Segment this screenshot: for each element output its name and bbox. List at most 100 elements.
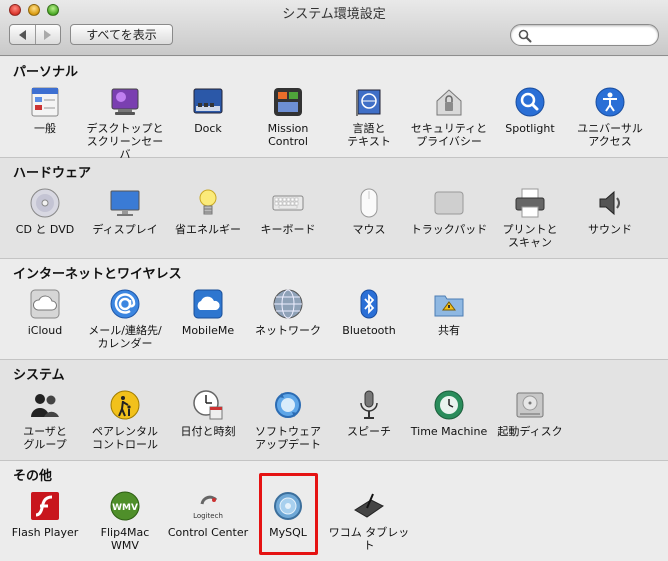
back-button[interactable] (10, 25, 35, 44)
pref-label: 省エネルギー (175, 223, 241, 236)
pref-date-time[interactable]: 日付と時刻 (165, 389, 251, 438)
sound-icon (599, 190, 620, 216)
pref-label: Control Center (167, 526, 249, 539)
mysql-highlight-box (259, 473, 318, 555)
pref-dock[interactable]: Dock (165, 86, 251, 135)
section-title: インターネットとワイヤレス (13, 267, 182, 282)
pref-label: 起動ディスク (497, 425, 563, 438)
system-preferences-window: システム環境設定 すべてを表示 パーソナル 一般 デスクトップと スクリーンセー… (0, 0, 668, 561)
desktop-icon (111, 88, 139, 115)
pref-label: ソフトウェア アップデート (255, 425, 321, 451)
pref-label: プリントと スキャン (502, 223, 558, 249)
printer-icon (515, 188, 545, 218)
keyboard-icon (272, 195, 304, 211)
software-update-icon (275, 392, 301, 418)
pref-label: サウンド (588, 223, 632, 236)
pref-label: メール/連絡先/ カレンダー (88, 324, 162, 350)
time-machine-icon (434, 390, 464, 420)
pref-label: Bluetooth (342, 324, 396, 337)
pref-label: キーボード (260, 223, 316, 236)
section-title: その他 (13, 469, 53, 484)
sharing-icon (434, 295, 464, 317)
pref-label: スピーチ (347, 425, 391, 438)
general-icon (31, 87, 59, 117)
pref-mail-contacts-calendars[interactable]: メール/連絡先/ カレンダー (82, 288, 168, 350)
pref-users-groups[interactable]: ユーザと グループ (2, 389, 88, 451)
pref-speech[interactable]: スピーチ (326, 389, 412, 438)
pref-sound[interactable]: サウンド (567, 187, 653, 236)
window-title: システム環境設定 (282, 7, 386, 22)
pref-desktop-screensaver[interactable]: デスクトップと スクリーンセーバ (82, 86, 168, 161)
search-input[interactable] (535, 27, 653, 43)
date-time-icon (193, 390, 223, 420)
trackpad-icon (434, 191, 464, 215)
pref-network[interactable]: ネットワーク (245, 288, 331, 337)
language-icon (356, 89, 381, 116)
pref-label: Mission Control (267, 122, 309, 148)
mouse-icon (360, 188, 378, 218)
mail-icon (110, 289, 140, 319)
pref-label: トラックパッド (410, 223, 488, 236)
pref-flip4mac[interactable]: WMV Flip4Mac WMV (82, 490, 168, 552)
pref-label: マウス (352, 223, 386, 236)
network-icon (273, 289, 303, 319)
forward-button[interactable] (34, 25, 61, 44)
back-arrow-icon (18, 29, 26, 40)
forward-arrow-icon (44, 29, 52, 40)
pref-general[interactable]: 一般 (2, 86, 88, 135)
pref-software-update[interactable]: ソフトウェア アップデート (245, 389, 331, 451)
display-icon (110, 190, 140, 216)
pref-energy-saver[interactable]: 省エネルギー (165, 187, 251, 236)
pref-label: ユニバーサル アクセス (577, 122, 643, 148)
pref-mission-control[interactable]: Mission Control (245, 86, 331, 148)
pref-print-scan[interactable]: プリントと スキャン (487, 187, 573, 249)
pref-mobileme[interactable]: MobileMe (165, 288, 251, 337)
spotlight-icon (515, 87, 545, 117)
pref-label: CD と DVD (15, 223, 75, 236)
pref-label: Dock (194, 122, 222, 135)
pref-icloud[interactable]: iCloud (2, 288, 88, 337)
mobileme-icon (193, 289, 223, 319)
pref-spotlight[interactable]: Spotlight (487, 86, 573, 135)
pref-label: 言語と テキスト (347, 122, 391, 148)
pref-time-machine[interactable]: Time Machine (406, 389, 492, 438)
pref-universal-access[interactable]: ユニバーサル アクセス (567, 86, 653, 148)
pref-label: ディスプレイ (92, 223, 158, 236)
security-icon (436, 89, 462, 116)
search-field[interactable] (510, 24, 659, 46)
flip4mac-icon: WMV (110, 491, 140, 521)
pref-flash-player[interactable]: Flash Player (2, 490, 88, 539)
pref-sharing[interactable]: 共有 (406, 288, 492, 337)
pref-label: 一般 (34, 122, 56, 135)
show-all-button[interactable]: すべてを表示 (70, 24, 173, 45)
pref-parental-controls[interactable]: ペアレンタル コントロール (82, 389, 168, 451)
mission-control-icon (274, 88, 302, 116)
pref-display[interactable]: ディスプレイ (82, 187, 168, 236)
pref-bluetooth[interactable]: Bluetooth (326, 288, 412, 337)
icloud-icon (30, 289, 60, 319)
logitech-wordmark: Logitech (193, 512, 223, 520)
search-icon (518, 29, 532, 43)
pref-label: Time Machine (410, 425, 488, 438)
pref-language-text[interactable]: 言語と テキスト (326, 86, 412, 148)
pref-wacom-tablet[interactable]: ワコム タブレット (326, 490, 412, 552)
section-title: パーソナル (13, 65, 79, 80)
pref-trackpad[interactable]: トラックパッド (406, 187, 492, 236)
pref-security-privacy[interactable]: セキュリティと プライバシー (406, 86, 492, 148)
logitech-icon: Logitech (193, 495, 223, 520)
pref-keyboard[interactable]: キーボード (245, 187, 331, 236)
pref-cd-dvd[interactable]: CD と DVD (2, 187, 88, 236)
section-internet-wireless: インターネットとワイヤレス iCloud メール/連絡先/ カレンダー Mobi… (0, 259, 668, 360)
pref-label: 共有 (438, 324, 460, 337)
section-title: システム (13, 368, 65, 383)
pref-startup-disk[interactable]: 起動ディスク (487, 389, 573, 438)
pref-label: デスクトップと スクリーンセーバ (86, 122, 164, 161)
pref-logitech-control-center[interactable]: Logitech Control Center (165, 490, 251, 539)
pref-label: 日付と時刻 (180, 425, 236, 438)
pref-label: ユーザと グループ (23, 425, 67, 451)
pref-label: ワコム タブレット (328, 526, 410, 552)
startup-disk-icon (516, 392, 544, 418)
users-icon (31, 394, 59, 417)
pref-mouse[interactable]: マウス (326, 187, 412, 236)
bluetooth-icon (360, 289, 378, 319)
